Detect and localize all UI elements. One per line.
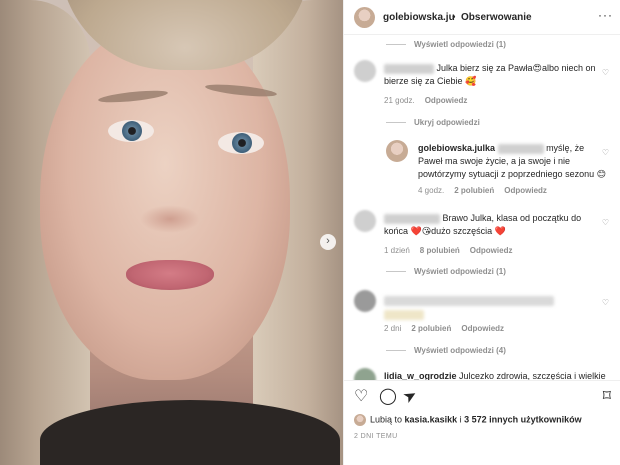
view-replies-toggle[interactable]: Wyświetl odpowiedzi (4): [386, 346, 506, 355]
reply-button[interactable]: Odpowiedz: [470, 246, 513, 255]
commenter-avatar[interactable]: [354, 60, 376, 82]
post-panel: golebiowska.ju • Obserwowanie ··· Wyświe…: [343, 0, 620, 465]
comment-meta: 1 dzień 8 polubień Odpowiedz: [384, 246, 513, 255]
comments-list[interactable]: Wyświetl odpowiedzi (1) Julka bierz się …: [344, 36, 620, 380]
left-eye: [108, 120, 154, 142]
comment-meta: 2 dni 2 polubień Odpowiedz: [384, 324, 505, 333]
comment-like-icon[interactable]: ♡: [602, 68, 609, 77]
post-actions: ♡ ◯ ➤ ⌑ Lubią to kasia.kasikk i 3 572 in…: [344, 380, 620, 465]
more-options-icon[interactable]: ···: [598, 8, 613, 22]
post-photo: ›: [0, 0, 343, 465]
hide-replies-toggle[interactable]: Ukryj odpowiedzi: [386, 118, 480, 127]
share-icon[interactable]: ➤: [400, 386, 420, 407]
follow-button[interactable]: Obserwowanie: [461, 12, 532, 23]
post-date: 2 DNI TEMU: [354, 433, 398, 440]
header-separator: •: [452, 12, 456, 23]
comment-text: [384, 294, 606, 307]
nose: [140, 205, 200, 233]
save-bookmark-icon[interactable]: ⌑: [603, 389, 611, 405]
view-replies-toggle[interactable]: Wyświetl odpowiedzi (1): [386, 40, 506, 49]
reply-button[interactable]: Odpowiedz: [504, 186, 547, 195]
reply-button[interactable]: Odpowiedz: [425, 96, 468, 105]
liker-avatar: [354, 414, 366, 426]
view-replies-toggle[interactable]: Wyświetl odpowiedzi (1): [386, 267, 506, 276]
comment-text-line2: [384, 308, 606, 321]
reply-like-icon[interactable]: ♡: [602, 148, 609, 157]
reply-text: golebiowska.julka myślę, że Paweł ma swo…: [418, 143, 606, 179]
face: [40, 20, 290, 380]
reply-meta: 4 godz. 2 polubień Odpowiedz: [418, 186, 547, 195]
like-heart-icon[interactable]: ♡: [354, 389, 368, 405]
commenter-avatar[interactable]: [354, 210, 376, 232]
reply-button[interactable]: Odpowiedz: [461, 324, 504, 333]
likes-summary[interactable]: Lubią to kasia.kasikk i 3 572 innych uży…: [354, 414, 582, 426]
comment-text: Julka bierz się za Pawła😍albo niech on b…: [384, 63, 596, 86]
next-photo-button[interactable]: ›: [320, 234, 336, 250]
lips: [126, 260, 214, 290]
comment-text: lidia_w_ogrodzie Julcezko zdrowia, szczę…: [384, 371, 606, 380]
commenter-avatar[interactable]: [354, 368, 376, 380]
comment-like-icon[interactable]: ♡: [602, 298, 609, 307]
comment-text: Brawo Julka, klasa od początku do końca …: [384, 213, 582, 236]
author-avatar[interactable]: [354, 7, 375, 28]
author-username[interactable]: golebiowska.ju: [383, 12, 455, 23]
comment-icon[interactable]: ◯: [379, 389, 397, 405]
left-eyebrow: [97, 88, 169, 105]
commenter-avatar[interactable]: [354, 290, 376, 312]
reply-author-avatar[interactable]: [386, 140, 408, 162]
comment-meta: 21 godz. Odpowiedz: [384, 96, 468, 105]
right-eye: [218, 132, 264, 154]
post-header: golebiowska.ju • Obserwowanie ···: [344, 0, 620, 35]
comment-like-icon[interactable]: ♡: [602, 218, 609, 227]
